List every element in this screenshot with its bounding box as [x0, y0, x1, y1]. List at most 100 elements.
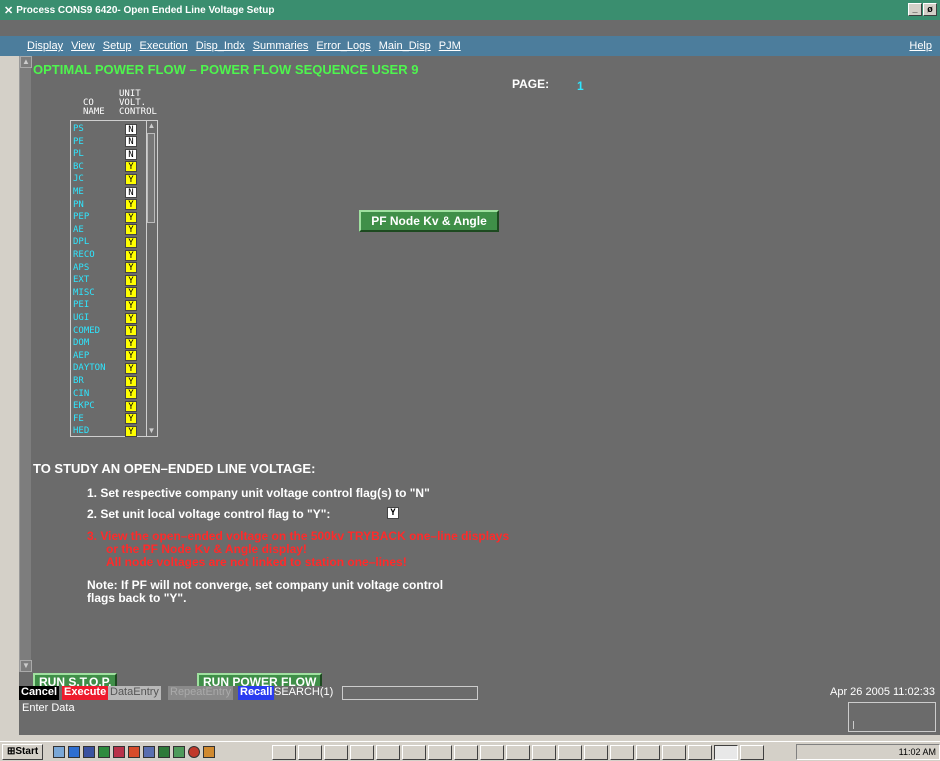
- taskbar-window-button[interactable]: [428, 745, 452, 760]
- unit-voltage-control-flag[interactable]: Y: [125, 362, 137, 374]
- unit-voltage-control-flag[interactable]: Y: [125, 274, 137, 286]
- unit-voltage-control-flag[interactable]: Y: [125, 375, 137, 387]
- window-title: Process CONS9 6420- Open Ended Line Volt…: [16, 4, 275, 16]
- taskbar-window-button[interactable]: [324, 745, 348, 760]
- table-scroll-down-icon[interactable]: ▼: [147, 426, 156, 436]
- unit-voltage-control-flag[interactable]: Y: [125, 400, 137, 412]
- company-row: PN Y: [73, 199, 145, 211]
- taskbar-window-button[interactable]: [584, 745, 608, 760]
- x-logo-icon: ✕: [4, 4, 14, 17]
- quicklaunch-ie-icon[interactable]: [68, 745, 81, 758]
- unit-voltage-control-flag[interactable]: Y: [125, 388, 137, 400]
- system-tray: 11:02 AM: [796, 744, 940, 760]
- recall-button[interactable]: Recall: [238, 686, 275, 700]
- taskbar-window-button[interactable]: [402, 745, 426, 760]
- company-name: PEI: [73, 300, 90, 311]
- company-name: COMED: [73, 325, 101, 336]
- quicklaunch-access-icon[interactable]: [113, 745, 126, 758]
- table-scrollbar[interactable]: ▲ ▼: [146, 121, 156, 436]
- unit-voltage-control-flag[interactable]: Y: [125, 249, 137, 261]
- company-name: FE: [73, 413, 84, 424]
- quicklaunch-desktop-icon[interactable]: [53, 745, 66, 758]
- taskbar-window-button[interactable]: [350, 745, 374, 760]
- company-row: EKPC Y: [73, 400, 145, 412]
- company-name: EKPC: [73, 401, 95, 412]
- quicklaunch-word-icon[interactable]: [83, 745, 96, 758]
- unit-voltage-control-flag[interactable]: Y: [125, 236, 137, 248]
- unit-voltage-control-flag[interactable]: N: [125, 123, 137, 135]
- pf-node-kv-angle-button[interactable]: PF Node Kv & Angle: [359, 210, 499, 232]
- cancel-button[interactable]: Cancel: [19, 686, 60, 700]
- quicklaunch-tool-icon[interactable]: [173, 745, 186, 758]
- unit-voltage-control-flag[interactable]: N: [125, 148, 137, 160]
- quicklaunch-app-icon[interactable]: [143, 745, 156, 758]
- menu-view[interactable]: View: [71, 40, 95, 52]
- menu-help[interactable]: Help: [909, 40, 932, 52]
- unit-voltage-control-flag[interactable]: Y: [125, 287, 137, 299]
- unit-voltage-control-flag[interactable]: Y: [125, 350, 137, 362]
- menu-summaries[interactable]: Summaries: [253, 40, 309, 52]
- table-scroll-up-icon[interactable]: ▲: [147, 121, 156, 131]
- taskbar-window-button[interactable]: [480, 745, 504, 760]
- quicklaunch-media-icon[interactable]: [188, 745, 201, 758]
- unit-voltage-control-flag[interactable]: Y: [125, 312, 137, 324]
- unit-voltage-control-flag[interactable]: Y: [125, 425, 137, 437]
- unit-voltage-control-flag[interactable]: Y: [125, 337, 137, 349]
- menu-disp-indx[interactable]: Disp_Indx: [196, 40, 245, 52]
- restore-button[interactable]: ø: [923, 3, 937, 16]
- quicklaunch-powerpoint-icon[interactable]: [128, 745, 141, 758]
- menu-main-disp[interactable]: Main_Disp: [379, 40, 431, 52]
- unit-voltage-control-flag[interactable]: Y: [125, 299, 137, 311]
- unit-voltage-control-flag[interactable]: Y: [125, 262, 137, 274]
- menu-pjm[interactable]: PJM: [439, 40, 461, 52]
- taskbar-window-button[interactable]: [532, 745, 556, 760]
- search-label: SEARCH(1): [274, 686, 334, 698]
- taskbar-window-button[interactable]: [376, 745, 400, 760]
- menu-error-logs[interactable]: Error_Logs: [316, 40, 370, 52]
- quicklaunch-excel-icon[interactable]: [98, 745, 111, 758]
- unit-voltage-control-flag[interactable]: Y: [125, 413, 137, 425]
- menu-display[interactable]: Display: [27, 40, 63, 52]
- company-name: CIN: [73, 388, 90, 399]
- taskbar-window-button[interactable]: [298, 745, 322, 760]
- taskbar-window-button[interactable]: [506, 745, 530, 760]
- table-scroll-thumb[interactable]: [147, 133, 155, 223]
- unit-voltage-control-flag[interactable]: N: [125, 136, 137, 148]
- scroll-down-icon[interactable]: ▼: [20, 660, 32, 672]
- taskbar-window-button[interactable]: [662, 745, 686, 760]
- execute-button[interactable]: Execute: [62, 686, 109, 700]
- taskbar-window-button[interactable]: [740, 745, 764, 760]
- quicklaunch-doc-icon[interactable]: [203, 745, 216, 758]
- company-row: FE Y: [73, 413, 145, 425]
- unit-voltage-control-flag[interactable]: Y: [125, 325, 137, 337]
- menu-execution[interactable]: Execution: [139, 40, 187, 52]
- instruction-step-1: 1. Set respective company unit voltage c…: [87, 486, 430, 500]
- unit-voltage-control-flag[interactable]: Y: [125, 199, 137, 211]
- menu-setup[interactable]: Setup: [103, 40, 132, 52]
- data-entry-button[interactable]: DataEntry: [108, 686, 161, 700]
- main-vertical-scrollbar[interactable]: ▲ ▼: [19, 56, 32, 686]
- repeat-entry-button[interactable]: RepeatEntry: [168, 686, 234, 700]
- unit-voltage-control-flag[interactable]: Y: [125, 173, 137, 185]
- local-voltage-flag-input[interactable]: Y: [387, 507, 399, 519]
- start-button[interactable]: ⊞ Start: [2, 743, 44, 760]
- taskbar-window-button[interactable]: [558, 745, 582, 760]
- taskbar-window-button[interactable]: [610, 745, 634, 760]
- search-input[interactable]: [342, 686, 478, 700]
- unit-voltage-control-flag[interactable]: Y: [125, 161, 137, 173]
- company-row: DOM Y: [73, 337, 145, 349]
- taskbar-window-button[interactable]: [272, 745, 296, 760]
- scroll-up-icon[interactable]: ▲: [20, 56, 32, 68]
- unit-voltage-control-flag[interactable]: N: [125, 186, 137, 198]
- company-name: DAYTON: [73, 363, 106, 374]
- unit-voltage-control-flag[interactable]: Y: [125, 211, 137, 223]
- taskbar-window-button[interactable]: [688, 745, 712, 760]
- data-entry-field[interactable]: [848, 702, 936, 732]
- taskbar-window-button[interactable]: [636, 745, 660, 760]
- company-row: PEP Y: [73, 211, 145, 223]
- minimize-button[interactable]: _: [908, 3, 922, 16]
- taskbar-window-button[interactable]: [454, 745, 478, 760]
- taskbar-window-button[interactable]: [714, 745, 738, 760]
- unit-voltage-control-flag[interactable]: Y: [125, 224, 137, 236]
- quicklaunch-project-icon[interactable]: [158, 745, 171, 758]
